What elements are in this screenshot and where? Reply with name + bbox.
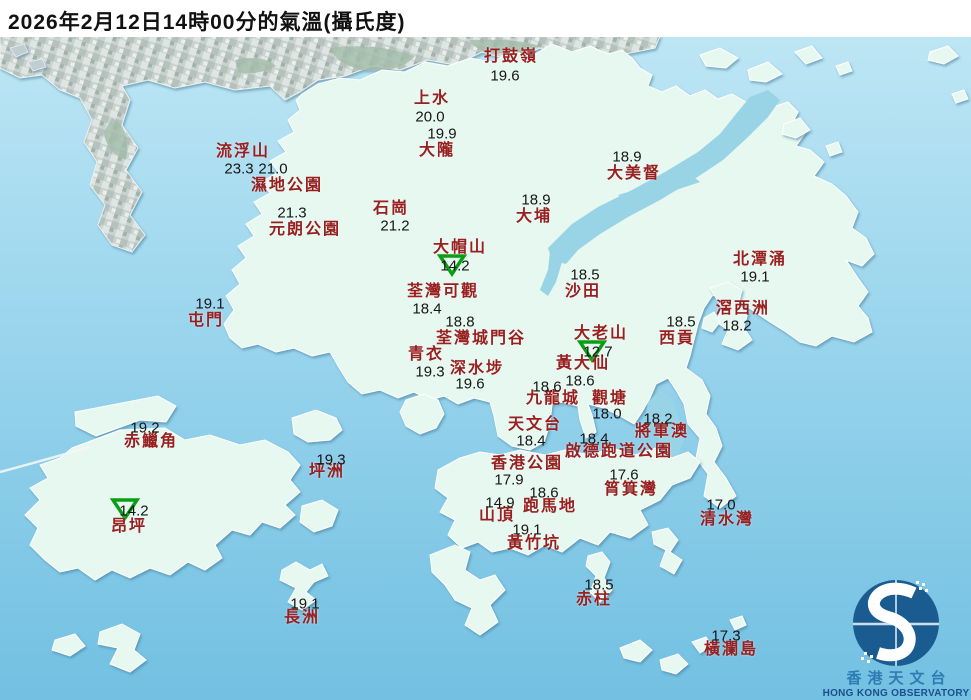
station-temperature-value: 21.2: [380, 217, 410, 235]
station-name: 屯門: [187, 312, 225, 329]
station-name: 沙田: [564, 283, 602, 300]
station-temperature-value: 18.4: [412, 300, 442, 318]
station-name: 元朗公園: [268, 221, 342, 238]
station-name: 荃灣城門谷: [435, 330, 527, 347]
station-temperature-value: 12.7: [583, 343, 613, 361]
title-bar: 2026年2月12日14時00分的氣溫(攝氏度): [0, 0, 971, 37]
station-name: 上水: [413, 90, 451, 107]
station-temperature-value: 17.3: [711, 627, 741, 645]
station-temperature-value: 18.6: [529, 484, 559, 502]
station-temperature-value: 19.1: [512, 521, 542, 539]
station-temperature-value: 18.6: [532, 378, 562, 396]
station-temperature-value: 18.9: [612, 148, 642, 166]
hko-logo-chinese: 香港天文台: [846, 671, 952, 687]
station-name: 大埔: [515, 208, 553, 225]
station-temperature-value: 19.1: [290, 595, 320, 613]
station-name: 大隴: [418, 142, 456, 159]
station-temperature-value: 14.2: [440, 257, 470, 275]
station-temperature-value: 18.2: [722, 317, 752, 335]
station-temperature-value: 19.1: [740, 268, 770, 286]
station-temperature-value: 20.0: [415, 108, 445, 126]
station-temperature-value: 19.6: [455, 375, 485, 393]
station-name: 打鼓嶺: [483, 48, 539, 65]
hko-temperature-map-screen: 打鼓嶺 19.6 上水 20.0 流浮山 23.3 濕地公園 21.0 大隴 19.9 大美督 18.…: [0, 0, 971, 700]
station-name: 滘西洲: [715, 300, 771, 317]
station-name: 天文台: [507, 416, 563, 433]
station-name: 北潭涌: [732, 251, 788, 268]
station-name: 青衣: [407, 346, 445, 363]
station-name: 清水灣: [699, 511, 755, 528]
station-name: 流浮山: [215, 143, 271, 160]
station-temperature-value: 18.4: [579, 430, 609, 448]
station-temperature-value: 18.5: [666, 313, 696, 331]
station-name: 荃灣可觀: [406, 283, 480, 300]
station-temperature-value: 17.0: [706, 496, 736, 514]
hko-logo-english: HONG KONG OBSERVATORY: [822, 687, 970, 699]
station-temperature-value: 18.9: [521, 191, 551, 209]
station-temperature-value: 18.2: [643, 410, 673, 428]
station-name: 濕地公園: [250, 177, 324, 194]
station-temperature-value: 14.2: [119, 502, 149, 520]
station-temperature-value: 18.8: [445, 313, 475, 331]
hko-logo: 香港天文台 HONG KONG OBSERVATORY: [822, 577, 970, 700]
station-temperature-value: 21.3: [277, 204, 307, 222]
station-name: 赤柱: [575, 591, 613, 608]
station-temperature-value: 17.6: [609, 466, 639, 484]
station-temperature-value: 19.3: [316, 451, 346, 469]
station-name: 大帽山: [432, 239, 488, 256]
station-temperature-value: 18.5: [584, 576, 614, 594]
hko-emblem-icon: [853, 580, 939, 666]
station-temperature-value: 19.9: [427, 125, 457, 143]
station-name: 大美督: [606, 165, 662, 182]
station-temperature-value: 21.0: [258, 160, 288, 178]
station-name: 西貢: [658, 330, 696, 347]
station-temperature-value: 18.5: [570, 266, 600, 284]
station-temperature-value: 19.3: [415, 363, 445, 381]
station-name: 筲箕灣: [603, 481, 659, 498]
station-temperature-value: 18.6: [565, 372, 595, 390]
station-temperature-value: 19.1: [195, 295, 225, 313]
station-temperature-value: 18.0: [592, 405, 622, 423]
station-name: 香港公園: [490, 455, 564, 472]
station-temperature-value: 14.9: [485, 494, 515, 512]
station-name: 石崗: [372, 200, 410, 217]
station-name: 大老山: [573, 325, 629, 342]
station-name: 昂坪: [110, 518, 148, 535]
station-temperature-value: 23.3: [224, 160, 254, 178]
station-temperature-value: 18.4: [516, 432, 546, 450]
station-temperature-value: 17.9: [494, 471, 524, 489]
station-temperature-value: 19.2: [130, 419, 160, 437]
page-title: 2026年2月12日14時00分的氣溫(攝氏度): [8, 11, 406, 34]
station-temperature-value: 19.6: [490, 67, 520, 85]
